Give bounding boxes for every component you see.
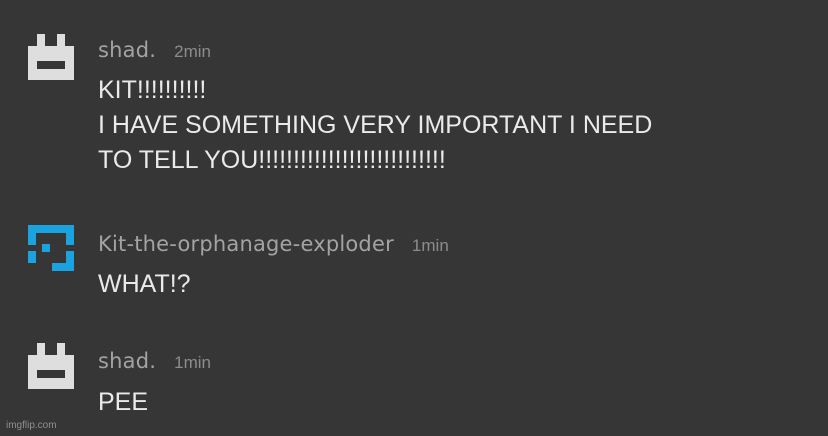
username[interactable]: shad. (98, 38, 156, 62)
message-header: Kit-the-orphanage-exploder 1min (98, 232, 449, 256)
timestamp: 1min (411, 236, 449, 255)
pixel-glyph-icon[interactable] (28, 225, 74, 271)
message-line: PEE (98, 388, 149, 416)
message-line: WHAT!? (98, 270, 191, 298)
robot-face-icon[interactable] (28, 34, 74, 80)
robot-face-icon[interactable] (28, 343, 74, 389)
watermark: imgflip.com (6, 420, 57, 431)
message-line: TO TELL YOU!!!!!!!!!!!!!!!!!!!!!!!!!!! (98, 146, 446, 174)
message-header: shad. 2min (98, 38, 211, 62)
timestamp: 1min (174, 353, 211, 372)
message-body: KIT!!!!!!!!!! I HAVE SOMETHING VERY IMPO… (98, 73, 652, 178)
timestamp: 2min (174, 42, 211, 61)
message-line: KIT!!!!!!!!!! (98, 76, 207, 104)
message-header: shad. 1min (98, 349, 211, 373)
message-body: PEE (98, 385, 148, 420)
message-line: I HAVE SOMETHING VERY IMPORTANT I NEED (98, 111, 653, 139)
username[interactable]: shad. (98, 349, 156, 373)
message-body: WHAT!? (98, 267, 191, 302)
username[interactable]: Kit-the-orphanage-exploder (98, 232, 394, 256)
